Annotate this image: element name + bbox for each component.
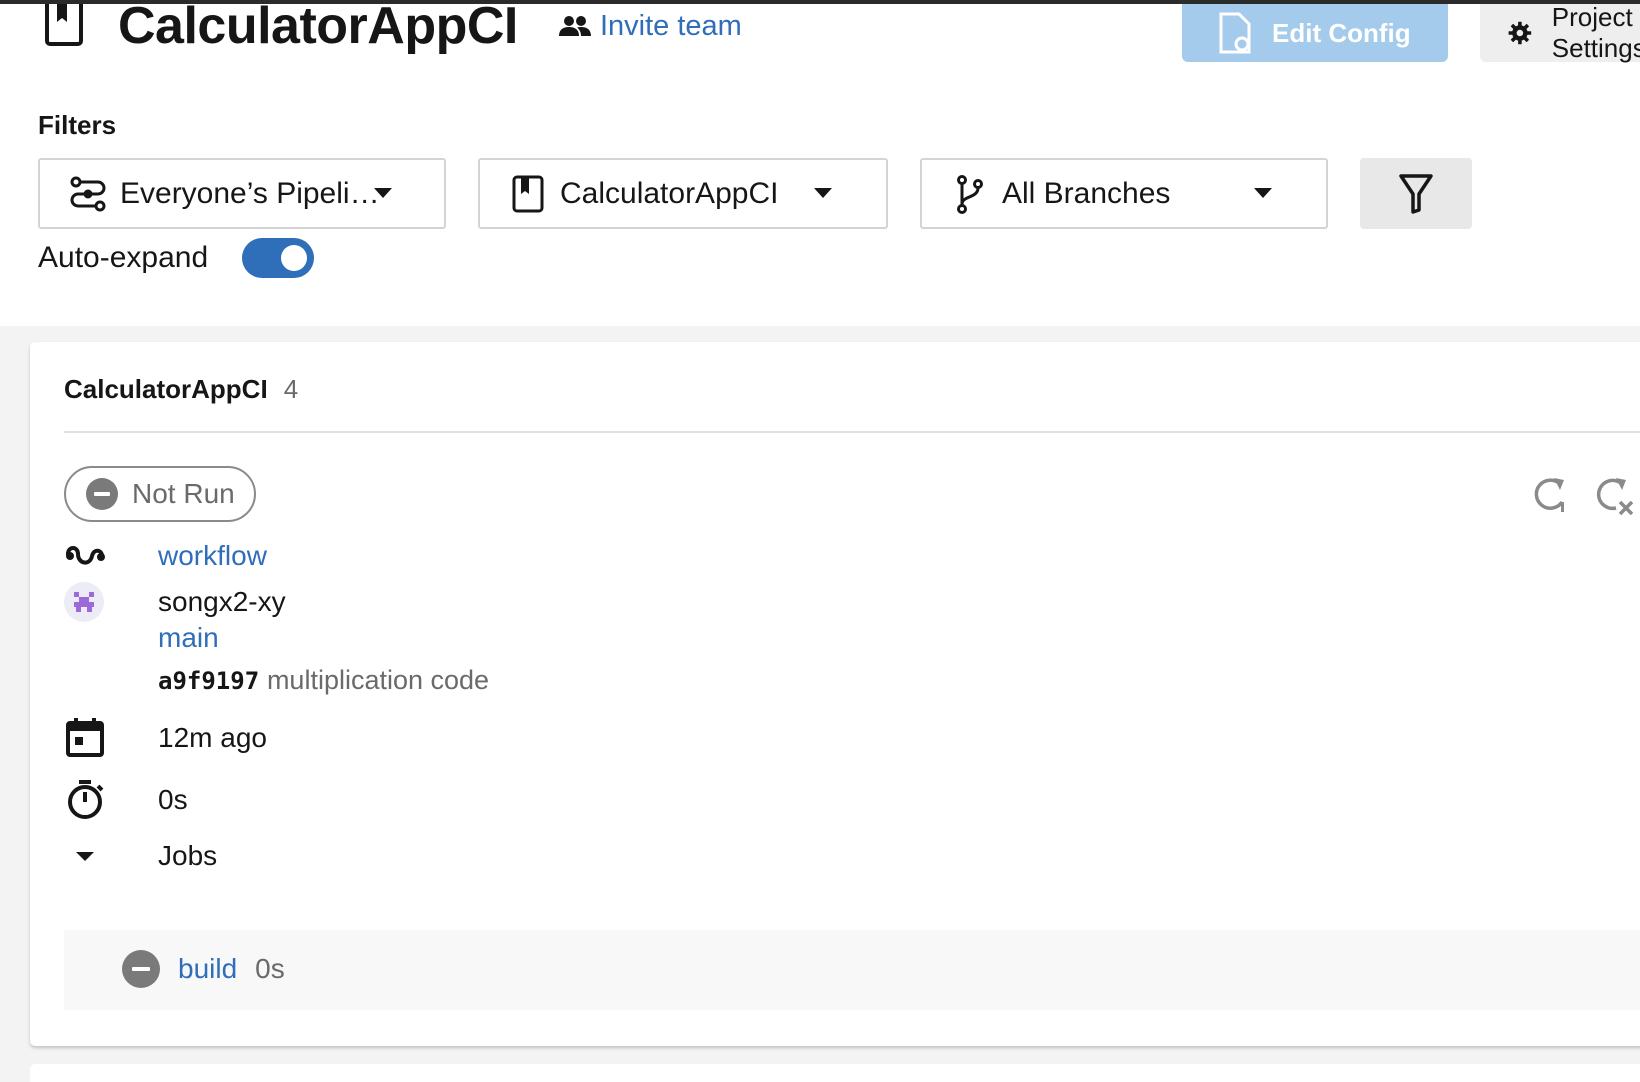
pipelines-filter-dropdown[interactable]: Everyone’s Pipeli… — [38, 158, 446, 229]
started-time: 12m ago — [158, 722, 267, 753]
branch-filter-dropdown[interactable]: All Branches — [920, 158, 1328, 229]
branch-link[interactable]: main — [158, 620, 219, 656]
calendar-icon — [66, 718, 104, 757]
file-gear-icon — [1219, 12, 1251, 54]
job-item: build 0s — [122, 950, 285, 988]
filters-heading: Filters — [38, 110, 117, 140]
chevron-down-icon — [76, 852, 94, 861]
commit-info: a9f9197 multiplication code — [158, 662, 489, 699]
pipeline-number: 4 — [283, 374, 299, 404]
invite-team-label: Invite team — [600, 9, 742, 42]
auto-expand-toggle[interactable] — [242, 238, 314, 278]
invite-team-link[interactable]: Invite team — [558, 8, 742, 44]
chevron-down-icon — [374, 188, 392, 198]
avatar — [64, 582, 104, 622]
branch-icon — [957, 175, 983, 214]
pipeline-group-header: CalculatorAppCI 4 — [64, 374, 298, 405]
project-filter-value: CalculatorAppCI — [560, 177, 779, 210]
divider — [64, 431, 1640, 433]
chevron-down-icon — [1254, 188, 1272, 198]
pipeline-project-name: CalculatorAppCI — [64, 374, 268, 404]
edit-config-label: Edit Config — [1272, 17, 1411, 48]
pipeline-group-card: CalculatorAppCI 4 Not Run workflow songx… — [30, 342, 1640, 1046]
auto-expand-label: Auto-expand — [38, 241, 209, 274]
project-filter-dropdown[interactable]: CalculatorAppCI — [478, 158, 888, 229]
commit-hash[interactable]: a9f9197 — [158, 667, 259, 695]
toggle-knob — [281, 245, 307, 271]
branch-filter-value: All Branches — [1002, 177, 1171, 210]
people-icon — [559, 16, 591, 36]
page-header: CalculatorAppCI Invite team Edit Config — [0, 0, 1640, 326]
cancel-icon[interactable] — [1592, 474, 1636, 518]
chevron-down-icon — [814, 188, 832, 198]
gear-icon — [1508, 21, 1532, 45]
pipelines-filter-value: Everyone’s Pipeli… — [120, 177, 380, 210]
status-label: Not Run — [132, 478, 235, 509]
stopwatch-icon — [68, 780, 104, 819]
project-settings-label: Project Settings — [1551, 2, 1640, 63]
workflow-icon — [66, 546, 105, 565]
job-name-link[interactable]: build — [178, 953, 237, 985]
avatar-icon — [74, 592, 94, 612]
pipeline-icon — [70, 176, 106, 212]
bookmark-icon — [45, 4, 83, 46]
job-duration: 0s — [255, 953, 285, 984]
not-run-icon — [122, 950, 160, 988]
jobs-label: Jobs — [158, 840, 218, 871]
not-run-icon — [86, 478, 118, 510]
author-name: songx2-xy — [158, 586, 286, 617]
commit-message: multiplication code — [266, 665, 490, 695]
rerun-icon[interactable] — [1530, 474, 1572, 516]
edit-config-button[interactable]: Edit Config — [1182, 4, 1448, 62]
workflow-link[interactable]: workflow — [158, 538, 267, 574]
next-pipeline-card — [30, 1064, 1640, 1082]
funnel-icon — [1399, 173, 1433, 214]
jobs-list: build 0s — [64, 930, 1640, 1010]
pipeline-duration: 0s — [158, 784, 188, 815]
filter-button[interactable] — [1360, 158, 1472, 229]
page-title: CalculatorAppCI — [118, 0, 518, 55]
bookmark-icon — [512, 175, 544, 213]
project-settings-button[interactable]: Project Settings — [1480, 2, 1640, 63]
status-badge: Not Run — [64, 466, 256, 522]
